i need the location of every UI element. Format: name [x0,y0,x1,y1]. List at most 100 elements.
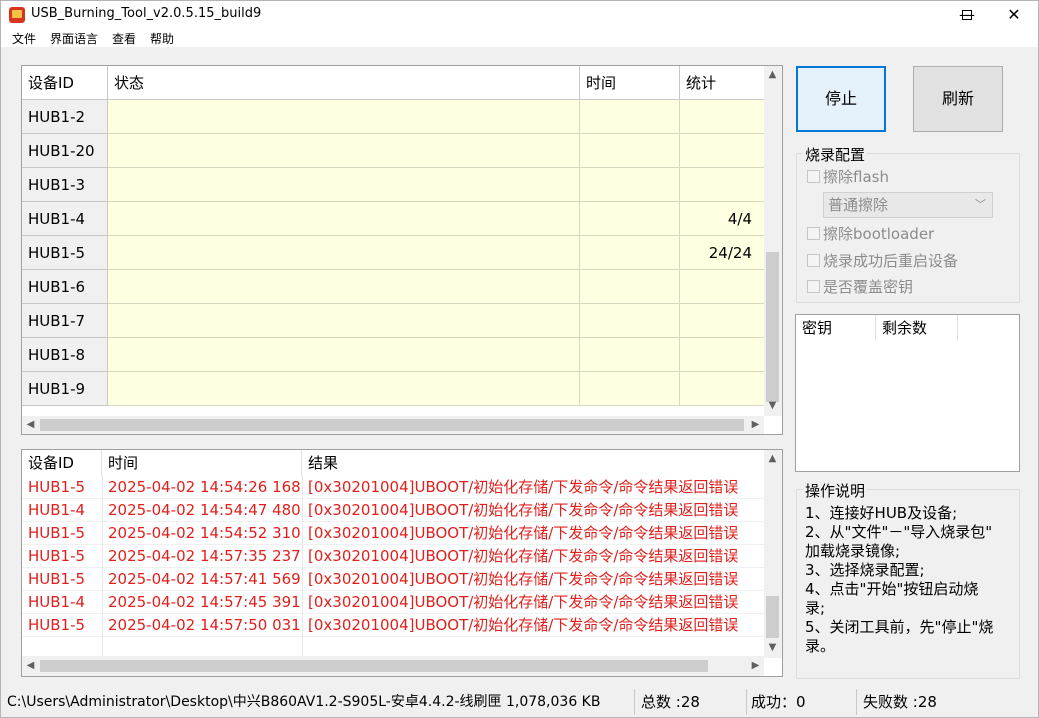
stat-cell[interactable] [680,304,764,338]
scroll-thumb[interactable] [766,596,779,638]
log-column-time[interactable]: 时间 [102,450,302,476]
log-row[interactable]: HUB1-5 2025-04-02 14:57:41 569 [0x30201004… [22,568,764,591]
device-row[interactable]: HUB1-7 [22,304,764,338]
maximize-icon[interactable] [944,1,990,29]
log-row[interactable]: HUB1-5 2025-04-02 14:54:26 168 [0x30201004… [22,476,764,499]
erase-flash-label: 擦除flash [823,168,889,186]
stat-cell[interactable] [680,134,764,168]
stat-cell[interactable] [680,100,764,134]
device-grid-hscrollbar[interactable]: ◀ ▶ [22,416,764,434]
status-cell[interactable] [108,270,580,304]
log-column-device-id[interactable]: 设备ID [22,450,102,476]
device-row[interactable]: HUB1-20 [22,134,764,168]
stat-cell[interactable]: 24/24 [680,236,764,270]
status-path: C:\Users\Administrator\Desktop\中兴B860AV1… [1,689,635,715]
scroll-down-icon[interactable]: ▼ [764,400,781,411]
log-row[interactable]: HUB1-4 2025-04-02 14:57:45 391 [0x30201004… [22,591,764,614]
column-header-device-id[interactable]: 设备ID [22,66,108,100]
device-id-cell[interactable]: HUB1-8 [22,338,108,372]
device-id-cell[interactable]: HUB1-6 [22,270,108,304]
status-cell[interactable] [108,236,580,270]
refresh-button[interactable]: 刷新 [913,66,1003,132]
status-cell[interactable] [108,304,580,338]
log-vscrollbar[interactable]: ▲ ▼ [764,450,782,658]
scroll-thumb[interactable] [766,252,779,402]
menu-language[interactable]: 界面语言 [50,30,98,47]
device-row[interactable]: HUB1-3 [22,168,764,202]
device-grid-vscrollbar[interactable]: ▲ ▼ [764,66,782,416]
scroll-thumb[interactable] [40,660,708,672]
instruction-line: 录。 [805,637,836,655]
time-cell[interactable] [580,168,680,202]
menu-help[interactable]: 帮助 [150,30,174,47]
reboot-after-checkbox[interactable]: 烧录成功后重启设备 [807,250,958,271]
scroll-up-icon[interactable]: ▲ [764,69,781,80]
stat-cell[interactable] [680,168,764,202]
status-cell[interactable] [108,202,580,236]
column-header-status[interactable]: 状态 [108,66,580,100]
time-cell[interactable] [580,236,680,270]
device-row[interactable]: HUB1-6 [22,270,764,304]
overwrite-key-checkbox[interactable]: 是否覆盖密钥 [807,276,913,297]
stat-cell[interactable] [680,270,764,304]
key-column-remaining[interactable]: 剩余数 [876,315,958,341]
scroll-left-icon[interactable]: ◀ [22,419,39,430]
column-header-stats[interactable]: 统计 [680,66,764,100]
erase-flash-checkbox[interactable]: 擦除flash [807,166,889,187]
device-row[interactable]: HUB1-5 24/24 [22,236,764,270]
device-id-cell[interactable]: HUB1-3 [22,168,108,202]
scroll-left-icon[interactable]: ◀ [22,660,39,671]
device-row[interactable]: HUB1-4 4/4 [22,202,764,236]
erase-mode-select[interactable]: 普通擦除 ﹀ [823,192,993,218]
status-cell[interactable] [108,100,580,134]
time-cell[interactable] [580,202,680,236]
status-cell[interactable] [108,168,580,202]
column-header-time[interactable]: 时间 [580,66,680,100]
time-cell[interactable] [580,100,680,134]
checkbox-icon[interactable] [807,253,820,267]
time-cell[interactable] [580,372,680,406]
checkbox-icon[interactable] [807,169,820,183]
scroll-down-icon[interactable]: ▼ [764,642,781,653]
log-time: 2025-04-02 14:54:26 168 [102,476,302,499]
menu-view[interactable]: 查看 [112,30,136,47]
device-id-cell[interactable]: HUB1-2 [22,100,108,134]
device-id-cell[interactable]: HUB1-7 [22,304,108,338]
status-cell[interactable] [108,338,580,372]
device-id-cell[interactable]: HUB1-5 [22,236,108,270]
time-cell[interactable] [580,134,680,168]
log-row[interactable]: HUB1-5 2025-04-02 14:57:35 237 [0x30201004… [22,545,764,568]
erase-bootloader-checkbox[interactable]: 擦除bootloader [807,223,934,244]
stop-button[interactable]: 停止 [796,66,886,132]
device-row[interactable]: HUB1-2 [22,100,764,134]
menu-file[interactable]: 文件 [12,30,36,47]
device-row[interactable]: HUB1-8 [22,338,764,372]
log-row[interactable]: HUB1-5 2025-04-02 14:57:50 031 [0x30201004… [22,614,764,637]
scroll-right-icon[interactable]: ▶ [747,660,764,671]
log-result: [0x30201004]UBOOT/初始化存储/下发命令/命令结果返回错误 [302,545,764,568]
checkbox-icon[interactable] [807,226,820,240]
log-hscrollbar[interactable]: ◀ ▶ [22,656,764,676]
stat-cell[interactable] [680,338,764,372]
device-id-cell[interactable]: HUB1-4 [22,202,108,236]
log-column-result[interactable]: 结果 [302,450,764,476]
device-id-cell[interactable]: HUB1-9 [22,372,108,406]
key-column-key[interactable]: 密钥 [796,315,876,341]
status-cell[interactable] [108,372,580,406]
scroll-right-icon[interactable]: ▶ [747,419,764,430]
scroll-thumb[interactable] [40,419,744,431]
status-cell[interactable] [108,134,580,168]
stat-cell[interactable] [680,372,764,406]
key-list[interactable]: 密钥 剩余数 [795,314,1020,472]
log-row[interactable]: HUB1-5 2025-04-02 14:54:52 310 [0x30201004… [22,522,764,545]
device-row[interactable]: HUB1-9 [22,372,764,406]
checkbox-icon[interactable] [807,279,820,293]
log-row[interactable]: HUB1-4 2025-04-02 14:54:47 480 [0x30201004… [22,499,764,522]
close-icon[interactable]: ✕ [991,1,1037,29]
time-cell[interactable] [580,270,680,304]
stat-cell[interactable]: 4/4 [680,202,764,236]
time-cell[interactable] [580,338,680,372]
scroll-up-icon[interactable]: ▲ [764,453,781,464]
device-id-cell[interactable]: HUB1-20 [22,134,108,168]
time-cell[interactable] [580,304,680,338]
